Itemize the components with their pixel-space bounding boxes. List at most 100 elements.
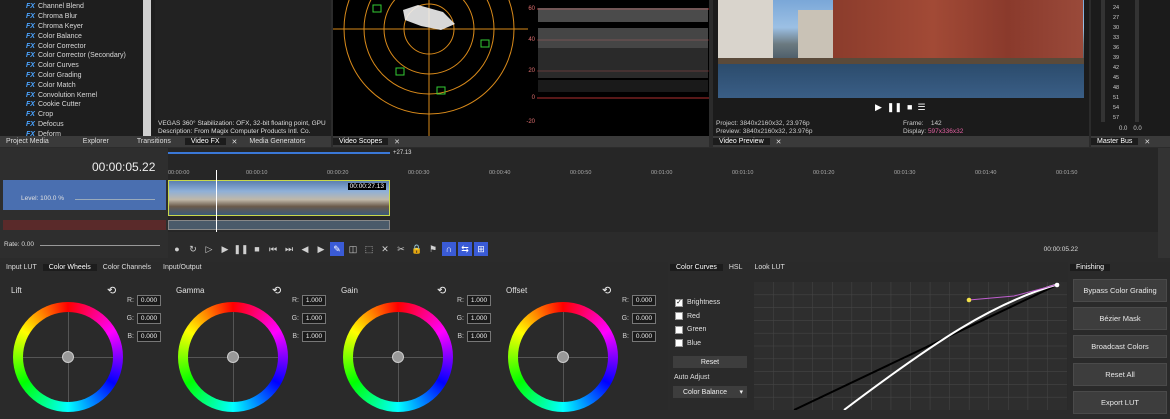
channel-checkbox[interactable]: ✓ Brightness <box>675 296 720 310</box>
close-icon[interactable]: ✕ <box>388 138 406 146</box>
rgb-value[interactable]: 1.000 <box>302 295 326 306</box>
timeline-ruler[interactable]: 00:00:00 00:00:10 00:00:20 00:00:30 00:00:40… <box>168 170 1158 180</box>
audio-clip[interactable] <box>168 220 390 230</box>
fx-list-item[interactable]: FX Color Curves <box>26 61 126 71</box>
tab-video-preview[interactable]: Video Preview <box>713 138 770 145</box>
tab-color-channels[interactable]: Color Channels <box>97 264 157 271</box>
stop-icon[interactable]: ■ <box>250 242 264 256</box>
envelope-tool-icon[interactable]: ◫ <box>346 242 360 256</box>
play-icon[interactable]: ▶ <box>218 242 232 256</box>
rgb-value[interactable]: 0.000 <box>632 313 656 324</box>
edit-tool-icon[interactable]: ✎ <box>330 242 344 256</box>
fx-list-item[interactable]: FX Crop <box>26 110 126 120</box>
stop-icon[interactable]: ■ <box>907 102 912 113</box>
fx-list-item[interactable]: FX Color Balance <box>26 31 126 41</box>
fx-list-item[interactable]: FX Defocus <box>26 120 126 130</box>
tab-finishing[interactable]: Finishing <box>1070 264 1111 271</box>
rgb-value[interactable]: 1.000 <box>467 295 491 306</box>
play-from-start-icon[interactable]: ▷ <box>202 242 216 256</box>
play-icon[interactable]: ▶ <box>875 102 882 113</box>
close-icon[interactable]: ✕ <box>1138 138 1156 146</box>
reset-button[interactable]: Reset <box>673 356 747 368</box>
close-icon[interactable]: ✕ <box>226 138 244 146</box>
fx-list-scrollbar[interactable] <box>143 0 151 136</box>
close-icon[interactable]: ✕ <box>770 138 788 146</box>
finishing-button[interactable]: Broadcast Colors <box>1073 335 1167 358</box>
rgb-value[interactable]: 0.000 <box>137 313 161 324</box>
selection-tool-icon[interactable]: ⬚ <box>362 242 376 256</box>
track-header-video[interactable]: Level: 100.0 % <box>3 180 166 210</box>
loop-bar[interactable] <box>168 152 390 154</box>
fx-list-item[interactable]: FX Color Corrector (Secondary) <box>26 51 126 61</box>
wheel-handle[interactable] <box>557 351 569 363</box>
record-icon[interactable]: ● <box>170 242 184 256</box>
tab-project-media[interactable]: Project Media <box>0 138 55 145</box>
video-clip[interactable]: 00:00:27.13 <box>168 180 390 216</box>
wheel-handle[interactable] <box>62 351 74 363</box>
checkbox-icon[interactable] <box>675 325 683 334</box>
rgb-value[interactable]: 1.000 <box>302 313 326 324</box>
rgb-value[interactable]: 0.000 <box>632 331 656 342</box>
playhead[interactable] <box>216 170 217 232</box>
checkbox-icon[interactable] <box>675 312 683 321</box>
pause-icon[interactable]: ❚❚ <box>233 242 248 256</box>
reset-icon[interactable]: ⟲ <box>272 284 281 297</box>
wheel-ring[interactable] <box>13 302 123 412</box>
track-level-slider[interactable] <box>75 199 155 200</box>
channel-checkbox[interactable]: Blue <box>675 337 720 351</box>
delete-icon[interactable]: ✕ <box>378 242 392 256</box>
tab-input-output[interactable]: Input/Output <box>157 264 208 271</box>
go-start-icon[interactable]: ⏮ <box>266 242 280 256</box>
wheel-handle[interactable] <box>227 351 239 363</box>
fx-list-item[interactable]: FX Color Match <box>26 80 126 90</box>
finishing-button[interactable]: Export LUT <box>1073 391 1167 414</box>
finishing-button[interactable]: Bézier Mask <box>1073 307 1167 330</box>
rgb-value[interactable]: 0.000 <box>632 295 656 306</box>
channel-checkbox[interactable]: Red <box>675 310 720 324</box>
auto-ripple-icon[interactable]: ⇆ <box>458 242 472 256</box>
lock-envelopes-icon[interactable]: ⊞ <box>474 242 488 256</box>
wheel-ring[interactable] <box>343 302 453 412</box>
wheel-ring[interactable] <box>508 302 618 412</box>
fx-list-item[interactable]: FX Chroma Keyer <box>26 22 126 32</box>
tab-media-generators[interactable]: Media Generators <box>243 138 311 145</box>
tab-hsl[interactable]: HSL <box>723 264 749 271</box>
tab-explorer[interactable]: Explorer <box>77 138 115 145</box>
fx-list-item[interactable]: FX Cookie Cutter <box>26 100 126 110</box>
reset-icon[interactable]: ⟲ <box>437 284 446 297</box>
track-header-audio[interactable] <box>3 220 166 230</box>
curve-graph[interactable] <box>754 282 1067 410</box>
loop-icon[interactable]: ↻ <box>186 242 200 256</box>
prev-frame-icon[interactable]: ◀ <box>298 242 312 256</box>
wheel-handle[interactable] <box>392 351 404 363</box>
rgb-value[interactable]: 1.000 <box>467 313 491 324</box>
rgb-value[interactable]: 1.000 <box>302 331 326 342</box>
fx-list-item[interactable]: FX Convolution Kernel <box>26 90 126 100</box>
rate-slider[interactable] <box>40 245 160 246</box>
pause-icon[interactable]: ❚❚ <box>887 102 902 113</box>
fx-list-item[interactable]: FX Chroma Blur <box>26 12 126 22</box>
trim-icon[interactable]: ✂ <box>394 242 408 256</box>
reset-icon[interactable]: ⟲ <box>107 284 116 297</box>
tab-input-lut[interactable]: Input LUT <box>0 264 43 271</box>
tab-color-wheels[interactable]: Color Wheels <box>42 264 97 271</box>
reset-icon[interactable]: ⟲ <box>602 284 611 297</box>
tab-master-bus[interactable]: Master Bus <box>1091 138 1139 145</box>
snapping-icon[interactable]: ∩ <box>442 242 456 256</box>
finishing-button[interactable]: Bypass Color Grading <box>1073 279 1167 302</box>
checkbox-icon[interactable] <box>675 339 683 348</box>
auto-adjust-dropdown[interactable]: Color Balance ▾ <box>673 386 747 398</box>
tab-video-fx[interactable]: Video FX <box>184 138 226 145</box>
tab-transitions[interactable]: Transitions <box>131 138 177 145</box>
fx-list-item[interactable]: FX Color Grading <box>26 71 126 81</box>
rgb-value[interactable]: 1.000 <box>467 331 491 342</box>
tab-look-lut[interactable]: Look LUT <box>748 264 790 271</box>
wheel-ring[interactable] <box>178 302 288 412</box>
fx-list-item[interactable]: FX Channel Blend <box>26 2 126 12</box>
rgb-value[interactable]: 0.000 <box>137 295 161 306</box>
tab-video-scopes[interactable]: Video Scopes <box>333 138 389 145</box>
rgb-value[interactable]: 0.000 <box>137 331 161 342</box>
checkbox-icon[interactable]: ✓ <box>675 298 683 307</box>
go-end-icon[interactable]: ⏭ <box>282 242 296 256</box>
finishing-button[interactable]: Reset All <box>1073 363 1167 386</box>
